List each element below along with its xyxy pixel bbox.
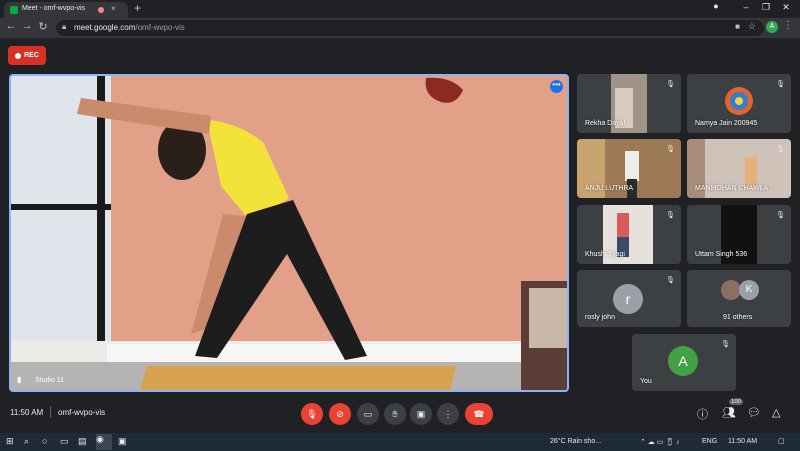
- address-bar[interactable]: 🔒︎ meet.google.com/omf-wvpo-vis ■ ☆: [56, 20, 764, 36]
- file-explorer-icon[interactable]: ▤: [78, 436, 87, 447]
- browser-menu-icon[interactable]: ⋮: [783, 20, 793, 31]
- cortana-icon[interactable]: ○: [42, 436, 47, 446]
- leave-call-button[interactable]: ☎︎: [465, 403, 493, 425]
- participant-name: Rekha Dayal: [585, 120, 626, 127]
- record-dot-icon: [15, 52, 22, 59]
- meeting-details-icon[interactable]: ⓘ: [697, 406, 708, 422]
- self-tile[interactable]: A 🎙︎ You: [632, 334, 736, 391]
- tab-search-icon[interactable]: ●: [708, 1, 724, 11]
- browser-tab[interactable]: Meet - omf-wvpo-vis ×: [4, 2, 128, 18]
- recording-dot-icon: [98, 7, 104, 13]
- lock-icon: 🔒︎: [62, 22, 67, 31]
- chrome-taskbar-icon[interactable]: ◉: [96, 434, 112, 450]
- captions-button[interactable]: ▭: [357, 403, 379, 425]
- participant-tile[interactable]: 🎙︎ Khushi Tyagi: [577, 205, 681, 264]
- meeting-time: 11:50 AM: [10, 408, 44, 417]
- mic-off-icon: 🎙︎: [776, 146, 785, 153]
- back-icon[interactable]: ←: [4, 20, 18, 32]
- recording-indicator: REC: [8, 46, 46, 65]
- task-view-icon[interactable]: ▭: [60, 436, 69, 447]
- participant-tile[interactable]: 🎙︎ Uttam Singh 536: [687, 205, 791, 264]
- minimize-button[interactable]: –: [738, 2, 754, 12]
- weather-widget[interactable]: 26°C Rain sho...: [550, 438, 601, 445]
- main-video-tile[interactable]: ••• ▮ Studio 11: [9, 74, 569, 392]
- participant-name: Uttam Singh 536: [695, 251, 748, 258]
- notifications-icon[interactable]: ▢: [778, 437, 785, 445]
- meet-favicon-icon: [10, 6, 18, 14]
- participant-tile[interactable]: 🎙︎ Rekha Dayal: [577, 74, 681, 133]
- mic-off-icon: 🎙︎: [666, 277, 675, 284]
- others-tile[interactable]: K 91 others: [687, 270, 791, 327]
- participant-tile[interactable]: 🎙︎ MANMOHAN CHAWLA: [687, 139, 791, 198]
- taskbar-clock[interactable]: 11:50 AM: [728, 438, 757, 445]
- profile-avatar[interactable]: A: [766, 21, 778, 33]
- forward-icon[interactable]: →: [20, 20, 34, 32]
- bookmark-star-icon[interactable]: ☆: [748, 21, 756, 32]
- mic-off-icon: 🎙︎: [776, 81, 785, 88]
- activities-icon[interactable]: △: [772, 406, 780, 419]
- mic-toggle-button[interactable]: 🎙︎: [301, 403, 323, 425]
- meeting-code: omf-wvpo-vis: [58, 408, 106, 417]
- mic-off-icon: 🎙︎: [721, 341, 730, 348]
- self-name: You: [640, 378, 652, 385]
- new-tab-button[interactable]: +: [134, 1, 141, 15]
- tab-close-button[interactable]: ×: [111, 4, 116, 13]
- mic-off-icon: 🎙︎: [776, 212, 785, 219]
- present-button[interactable]: ▣: [410, 403, 432, 425]
- rec-label: REC: [24, 52, 39, 59]
- url-host: meet.google.com: [74, 23, 136, 32]
- participant-count-badge: 100: [729, 399, 744, 405]
- mic-off-icon: 🎙︎: [666, 212, 675, 219]
- chat-icon[interactable]: 💬︎: [747, 406, 761, 419]
- participant-name: Namya Jain 200945: [695, 120, 758, 127]
- others-count: 91 others: [723, 314, 753, 321]
- system-tray-icons[interactable]: ⌃ ☁ ▭ 🔋︎ ♪: [640, 438, 680, 446]
- self-avatar: A: [668, 346, 698, 376]
- mic-off-icon: 🎙︎: [666, 81, 675, 88]
- others-avatar: K: [739, 280, 759, 300]
- participant-tile[interactable]: 🎙︎ Namya Jain 200945: [687, 74, 791, 133]
- participant-name: ANJU LUTHRA: [585, 185, 634, 192]
- taskbar-search-icon[interactable]: ⌕: [24, 436, 29, 447]
- people-icon[interactable]: 👥︎: [722, 406, 736, 419]
- raise-hand-button[interactable]: ✋︎: [384, 403, 406, 425]
- pin-icon[interactable]: ▮: [17, 375, 21, 384]
- app-taskbar-icon[interactable]: ▣: [118, 436, 127, 447]
- tab-title: Meet - omf-wvpo-vis: [22, 5, 86, 12]
- speaker-name: Studio 11: [35, 377, 65, 384]
- mic-off-icon: 🎙︎: [666, 146, 675, 153]
- participant-avatar: r: [613, 284, 643, 314]
- participant-name: Khushi Tyagi: [585, 251, 625, 258]
- camera-toggle-button[interactable]: ⊘: [329, 403, 351, 425]
- tile-more-options-button[interactable]: •••: [550, 80, 563, 93]
- others-avatar-photo: [721, 280, 741, 300]
- participant-name: rosly john: [585, 314, 615, 321]
- camera-permission-icon[interactable]: ■: [735, 22, 740, 31]
- url-path: /omf-wvpo-vis: [135, 23, 185, 32]
- reload-icon[interactable]: ↻: [36, 20, 50, 33]
- windows-start-icon[interactable]: ⊞: [6, 436, 14, 447]
- main-video-feed: [11, 76, 567, 390]
- maximize-button[interactable]: ❐: [758, 2, 774, 13]
- participant-tile[interactable]: 🎙︎ ANJU LUTHRA: [577, 139, 681, 198]
- language-indicator[interactable]: ENG: [702, 438, 717, 445]
- more-options-button[interactable]: ⋮: [437, 403, 459, 425]
- divider: [50, 406, 51, 418]
- participant-tile[interactable]: r 🎙︎ rosly john: [577, 270, 681, 327]
- participant-name: MANMOHAN CHAWLA: [695, 185, 769, 192]
- window-close-button[interactable]: ✕: [778, 2, 794, 13]
